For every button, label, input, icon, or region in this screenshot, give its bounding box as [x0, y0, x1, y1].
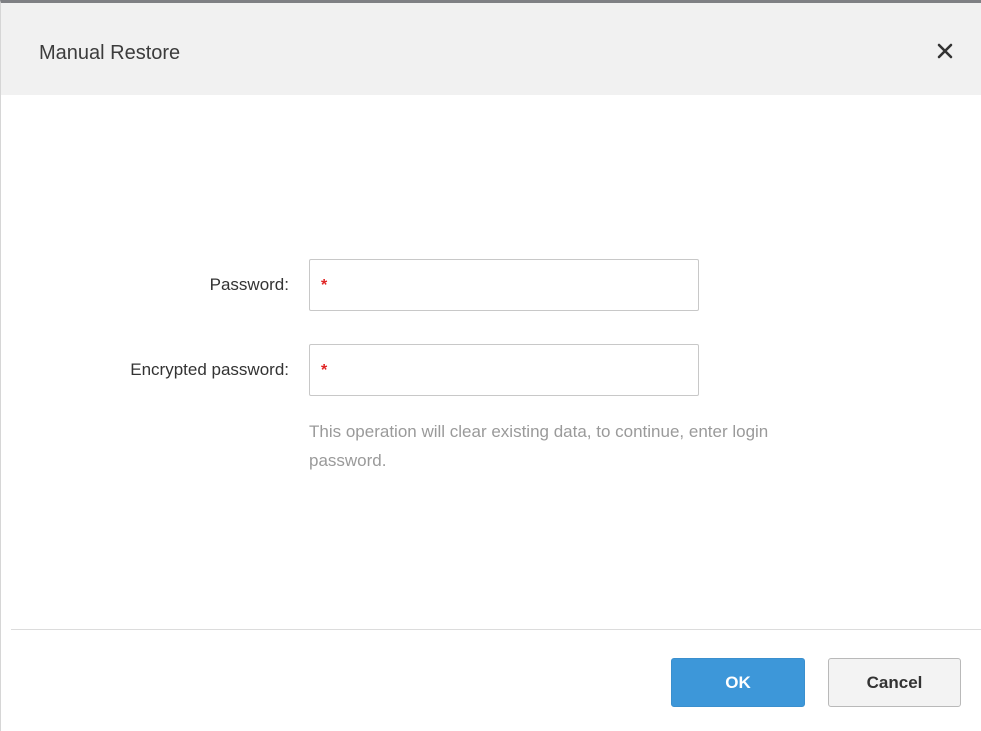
password-input[interactable] [334, 260, 690, 310]
ok-button[interactable]: OK [671, 658, 805, 707]
hint-line-2: password. [309, 451, 387, 470]
encrypted-password-input[interactable] [334, 345, 690, 395]
required-marker: * [321, 277, 328, 294]
footer-divider [11, 629, 981, 630]
password-field[interactable]: * [309, 259, 699, 311]
warning-hint: This operation will clear existing data,… [309, 417, 909, 475]
required-marker: * [321, 362, 328, 379]
manual-restore-dialog: Manual Restore Password: * Encrypted pas… [0, 0, 981, 731]
encrypted-password-field[interactable]: * [309, 344, 699, 396]
encrypted-password-label: Encrypted password: [130, 360, 289, 379]
close-icon [937, 43, 953, 59]
dialog-header: Manual Restore [1, 3, 981, 95]
cancel-button[interactable]: Cancel [828, 658, 961, 707]
close-button[interactable] [931, 37, 959, 65]
dialog-title: Manual Restore [39, 42, 181, 64]
password-label: Password: [209, 275, 289, 294]
hint-line-1: This operation will clear existing data,… [309, 422, 769, 441]
